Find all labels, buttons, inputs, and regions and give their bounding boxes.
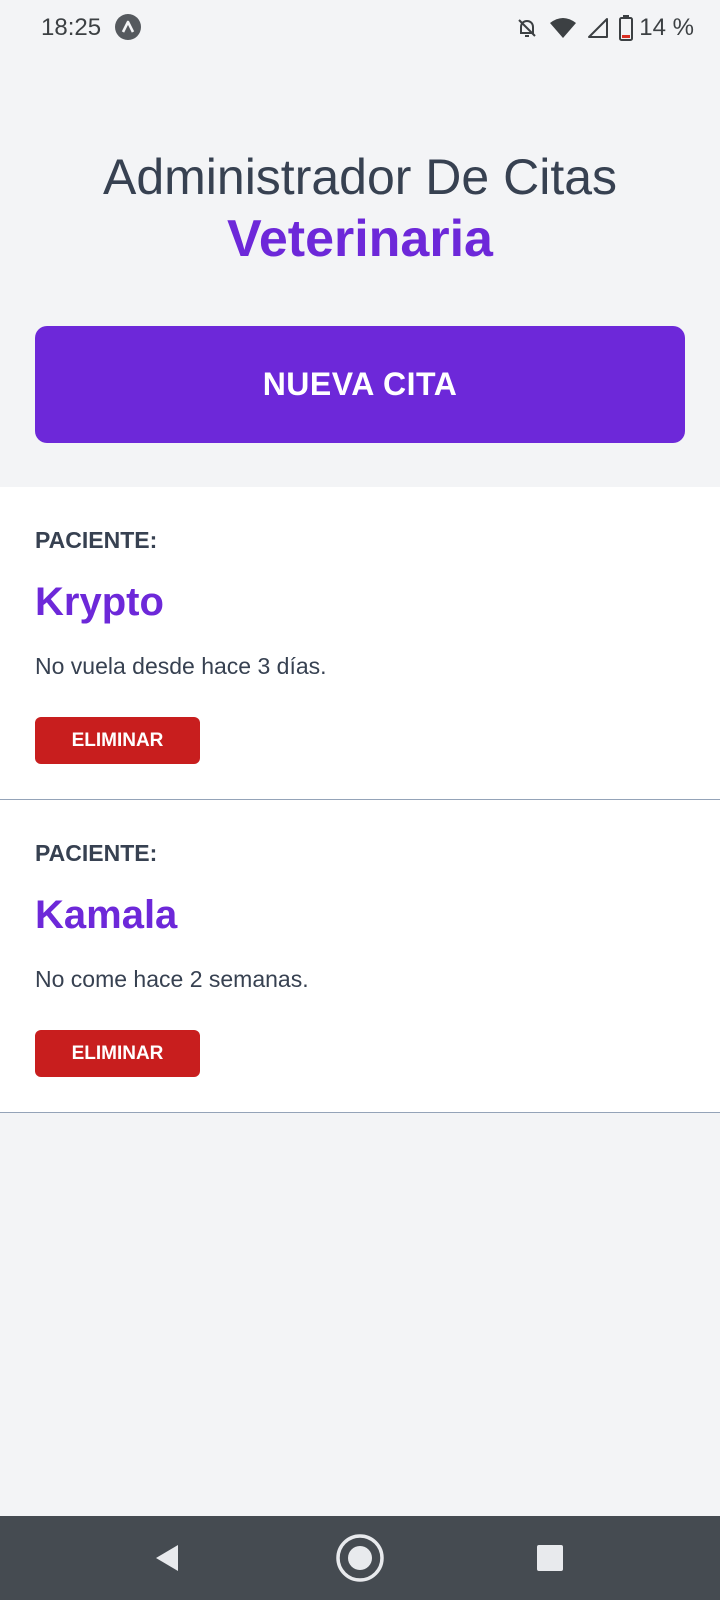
back-button[interactable]	[117, 1516, 217, 1600]
navigation-bar	[0, 1516, 720, 1600]
delete-button[interactable]: ELIMINAR	[35, 717, 200, 764]
recents-button[interactable]	[500, 1516, 600, 1600]
patient-name: Krypto	[35, 580, 164, 624]
signal-icon	[587, 17, 609, 39]
title-line-2: Veterinaria	[227, 210, 493, 268]
patient-card: PACIENTE: Krypto No vuela desde hace 3 d…	[0, 487, 720, 800]
patient-label: PACIENTE:	[35, 527, 158, 553]
home-button[interactable]	[310, 1516, 410, 1600]
status-time: 18:25	[41, 14, 102, 41]
new-appointment-button[interactable]: NUEVA CITA	[35, 326, 685, 443]
patient-description: No come hace 2 semanas.	[35, 966, 309, 992]
patient-description: No vuela desde hace 3 días.	[35, 653, 327, 679]
wifi-icon	[549, 16, 577, 40]
app-notification-icon	[115, 14, 141, 40]
delete-button[interactable]: ELIMINAR	[35, 1030, 200, 1077]
back-icon	[156, 1545, 178, 1571]
battery-percentage: 14 %	[639, 14, 694, 41]
patient-name: Kamala	[35, 893, 178, 937]
status-icons: 14 %	[515, 12, 694, 44]
home-icon	[336, 1534, 384, 1582]
recents-icon	[537, 1545, 563, 1571]
title-line-1: Administrador De Citas	[102, 149, 618, 205]
patient-card: PACIENTE: Kamala No come hace 2 semanas.…	[0, 800, 720, 1113]
patient-label: PACIENTE:	[35, 840, 158, 866]
status-bar: 18:25 14 %	[0, 0, 720, 56]
battery-icon	[619, 15, 634, 41]
screen: 18:25 14 % Administrador De Citas Veteri…	[0, 0, 720, 1600]
page-title: Administrador De Citas Veterinaria	[0, 146, 720, 270]
patient-list: PACIENTE: Krypto No vuela desde hace 3 d…	[0, 487, 720, 1113]
bell-off-icon	[515, 16, 539, 40]
